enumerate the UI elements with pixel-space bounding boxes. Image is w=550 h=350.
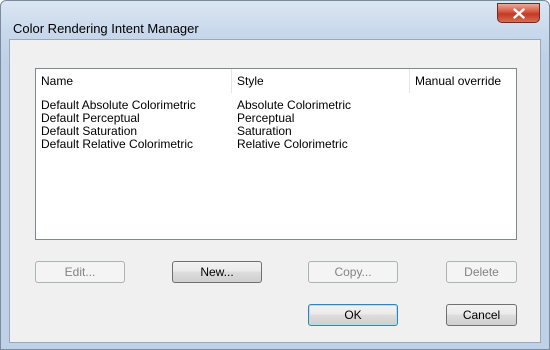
dialog-client-area: Name Style Manual override Default Absol… — [9, 39, 541, 343]
dialog-window: Color Rendering Intent Manager Name Styl… — [0, 0, 550, 350]
list-rows: Default Absolute Colorimetric Absolute Co… — [36, 99, 516, 151]
column-header-manual-override[interactable]: Manual override — [410, 69, 516, 93]
new-button[interactable]: New... — [172, 261, 262, 283]
title-bar[interactable]: Color Rendering Intent Manager — [1, 1, 549, 39]
window-title: Color Rendering Intent Manager — [13, 21, 199, 36]
edit-button[interactable]: Edit... — [35, 261, 125, 283]
column-header-name[interactable]: Name — [36, 69, 232, 93]
delete-button[interactable]: Delete — [446, 261, 517, 283]
cell-name: Default Relative Colorimetric — [41, 137, 194, 151]
close-button[interactable] — [497, 3, 540, 23]
intent-list[interactable]: Name Style Manual override Default Absol… — [35, 68, 517, 240]
copy-button[interactable]: Copy... — [308, 261, 398, 283]
column-header-style[interactable]: Style — [232, 69, 410, 93]
list-item[interactable]: Default Relative Colorimetric Relative Co… — [36, 138, 516, 151]
ok-button[interactable]: OK — [308, 304, 398, 326]
list-header: Name Style Manual override — [36, 69, 516, 93]
cell-style: Relative Colorimetric — [237, 137, 348, 151]
close-icon — [512, 7, 525, 19]
cancel-button[interactable]: Cancel — [446, 304, 517, 326]
